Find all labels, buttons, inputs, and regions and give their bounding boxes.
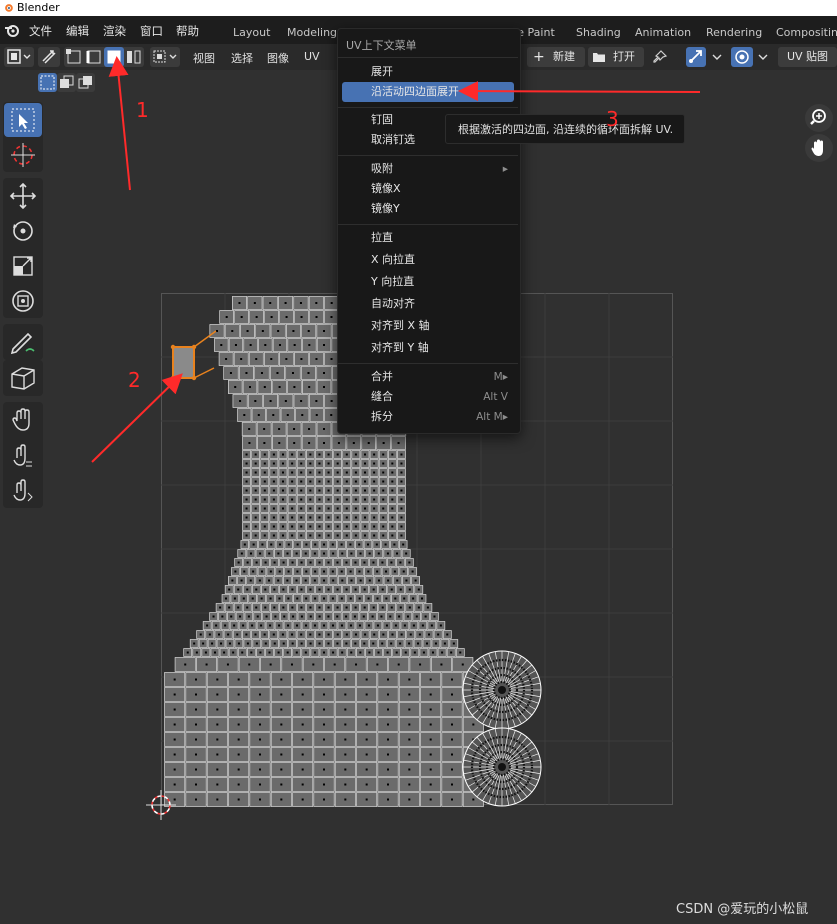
annotation-number-2: 2 bbox=[128, 368, 141, 392]
watermark: CSDN @爱玩的小松鼠 bbox=[676, 902, 809, 917]
annotation-number-1: 1 bbox=[136, 98, 149, 122]
annotation-number-3: 3 bbox=[606, 107, 619, 131]
annotation-arrow-3 bbox=[458, 81, 701, 102]
annotation-overlay bbox=[91, 56, 701, 463]
annotation-arrow-1 bbox=[108, 56, 131, 191]
